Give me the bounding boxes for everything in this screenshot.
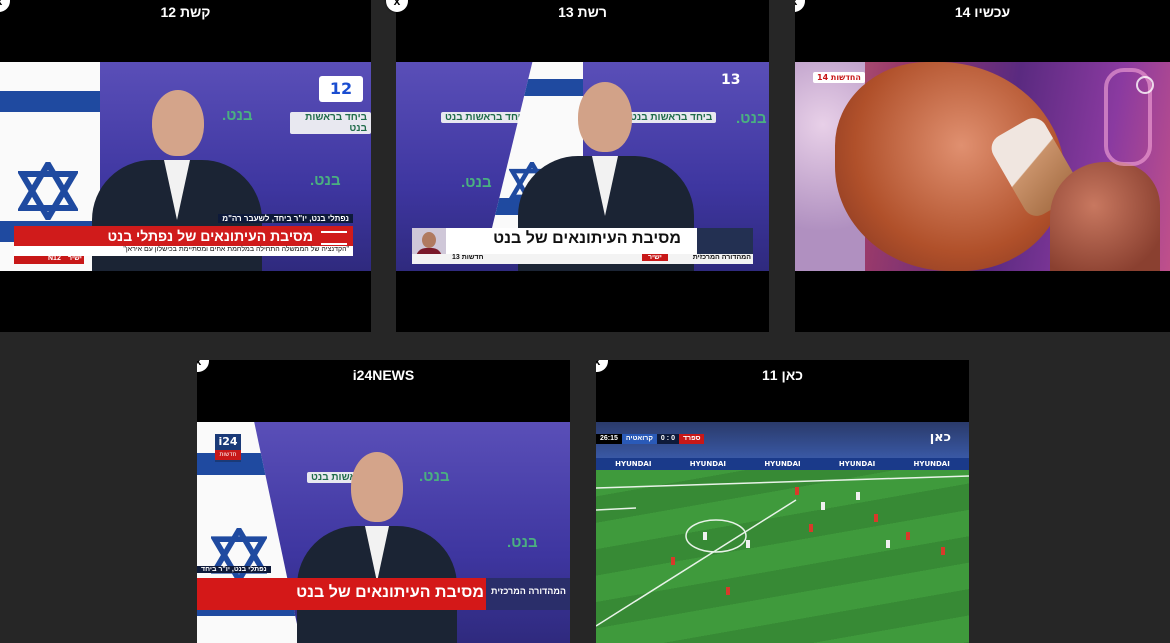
match-clock: 26:15 bbox=[596, 434, 622, 444]
footer-bar: חדשות 13 ישיר המהדורה המרכזית bbox=[412, 254, 753, 264]
wall-slogan: בנט. bbox=[222, 107, 253, 124]
pitch-lines bbox=[596, 475, 969, 627]
video-player[interactable]: i24 חדשות ביחד בראשות בנט בנט. בנט. נפתל… bbox=[197, 422, 570, 643]
video-player[interactable]: ביחד בראשות בנט בנט. ביחד בראשות בנט בנט… bbox=[396, 62, 769, 271]
wall-slogan: ביחד בראשות בנט bbox=[290, 112, 371, 134]
quote-bar: "הקדנציה של הממשלה התחילה במלחמת אחים ומ… bbox=[14, 246, 353, 256]
channel-logo: 12 bbox=[319, 76, 363, 102]
wall-slogan: בנט. bbox=[419, 468, 450, 485]
ad-text: HYUNDAI bbox=[913, 460, 950, 468]
video-player[interactable]: ביחד בראשות בנט בנט. בנט. 12 נפתלי בנט, … bbox=[0, 62, 371, 271]
n12-icon bbox=[321, 231, 347, 245]
source-tag: חדשות 13 bbox=[452, 254, 484, 261]
ad-text: HYUNDAI bbox=[764, 460, 801, 468]
ad-text: HYUNDAI bbox=[615, 460, 652, 468]
ad-board: HYUNDAI HYUNDAI HYUNDAI HYUNDAI HYUNDAI bbox=[596, 458, 969, 470]
anchor-inset bbox=[697, 228, 753, 254]
wall-slogan: ביחד בראשות בנט bbox=[626, 112, 717, 123]
source-bar: N12 ישיר bbox=[14, 255, 84, 264]
headline: מסיבת העיתונאים של בנט bbox=[493, 230, 681, 247]
headline: מסיבת העיתונאים של בנט bbox=[296, 584, 484, 601]
lower-third: מסיבת העיתונאים של בנט המהדורה המרכזית bbox=[197, 578, 570, 610]
scoreboard: ספרד 0 : 0 קרואטיה 26:15 bbox=[596, 434, 705, 444]
ad-text: HYUNDAI bbox=[689, 460, 727, 468]
stream-tile-reshet13[interactable]: רשת 13 ביחד בראשות בנט בנט. ביחד בראשות … bbox=[396, 0, 769, 332]
program-label-box: המהדורה המרכזית bbox=[486, 578, 570, 610]
score-home: קרואטיה bbox=[621, 434, 657, 444]
headline: מסיבת העיתונאים של נפתלי בנט bbox=[107, 228, 313, 244]
channel-badge: החדשות 14 bbox=[813, 72, 865, 83]
name-line: נפתלי בנט, יו"ר ביחד bbox=[197, 566, 271, 573]
score: 0 : 0 bbox=[656, 434, 679, 444]
channel-logo: 13 bbox=[721, 72, 741, 88]
headline-bar: מסיבת העיתונאים של נפתלי בנט bbox=[14, 226, 353, 246]
source-tag: N12 bbox=[48, 255, 61, 262]
name-line: נפתלי בנט, יו"ר ביחד, לשעבר רה"מ bbox=[218, 214, 353, 223]
program-label: המהדורה המרכזית bbox=[692, 254, 751, 261]
tile-title: עכשיו 14 bbox=[954, 4, 1011, 20]
tile-title: כאן 11 bbox=[762, 367, 803, 383]
lower-third: מסיבת העיתונאים של בנט חדשות 13 ישיר המה… bbox=[412, 228, 753, 264]
live-tag: ישיר bbox=[642, 254, 668, 261]
program-label: המהדורה המרכזית bbox=[491, 586, 566, 596]
score-away: ספרד bbox=[678, 434, 705, 444]
live-tag: ישיר bbox=[68, 255, 82, 262]
stream-tile-now14[interactable]: עכשיו 14 החדשות 14 x bbox=[795, 0, 1170, 332]
wall-slogan: ביחד בראשות בנט bbox=[441, 112, 532, 123]
wall-slogan: בנט. bbox=[310, 172, 341, 189]
tile-title: i24NEWS bbox=[352, 367, 415, 383]
channel-logo: i24 חדשות bbox=[215, 434, 241, 462]
wall-slogan: בנט. bbox=[736, 110, 767, 127]
quote: "הקדנציה של הממשלה התחילה במלחמת אחים ומ… bbox=[123, 246, 349, 253]
wall-slogan: בנט. bbox=[461, 174, 492, 191]
stream-tile-keshet12[interactable]: קשת 12 ביחד בראשות בנט בנט. בנט. 12 נפתל… bbox=[0, 0, 371, 332]
video-player[interactable]: HYUNDAI HYUNDAI HYUNDAI HYUNDAI HYUNDAI bbox=[596, 422, 969, 643]
live-icon bbox=[1136, 76, 1154, 94]
performer-hand bbox=[1050, 162, 1160, 271]
channel-logo: כאן bbox=[929, 430, 951, 445]
tile-title: קשת 12 bbox=[160, 4, 211, 20]
video-player[interactable]: החדשות 14 bbox=[795, 62, 1170, 271]
tile-title: רשת 13 bbox=[558, 4, 607, 20]
lower-third: נפתלי בנט, יו"ר ביחד, לשעבר רה"מ מסיבת ה… bbox=[14, 214, 353, 264]
ad-text: HYUNDAI bbox=[838, 460, 876, 468]
stream-tile-kan11[interactable]: כאן 11 HYUNDAI HYUNDAI HYUNDAI HYUNDAI H… bbox=[596, 360, 969, 643]
stream-tile-i24news[interactable]: i24NEWS i24 חדשות ביחד בראשות בנט בנט. ב… bbox=[197, 360, 570, 643]
wall-slogan: בנט. bbox=[507, 534, 538, 551]
